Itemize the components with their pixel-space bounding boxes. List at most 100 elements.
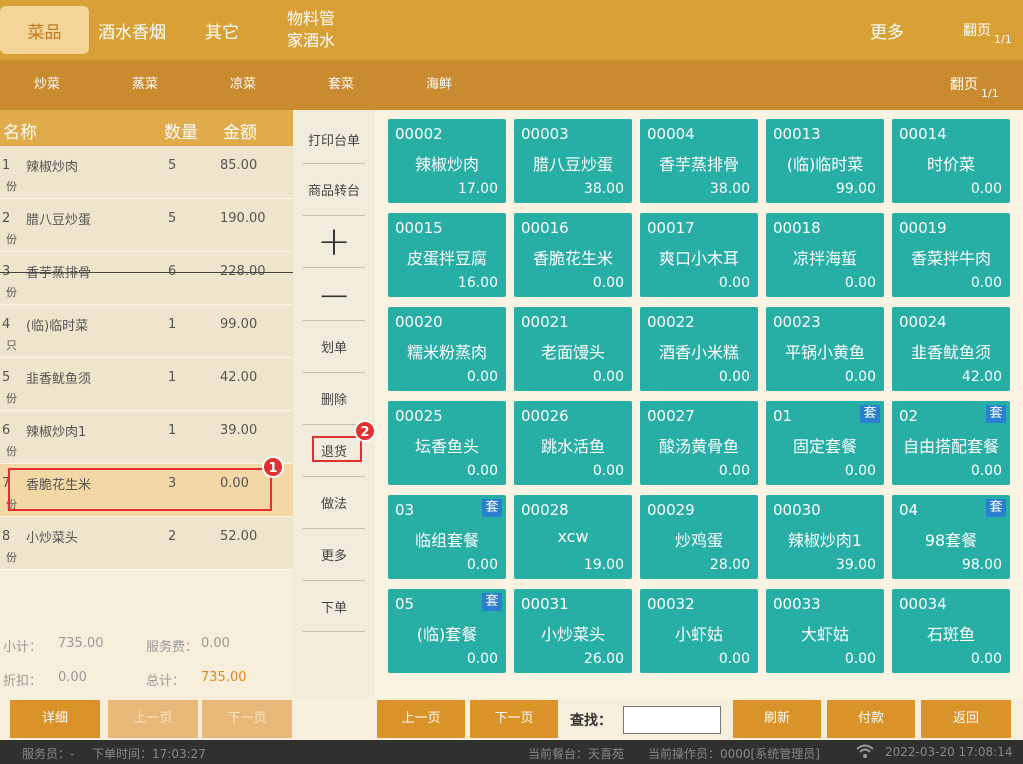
cooking-method-button[interactable]: 做法 <box>303 493 365 512</box>
dish-tile[interactable]: 00024 韭香鱿鱼须 42.00 <box>892 307 1010 391</box>
order-row-qty: 5 <box>168 211 177 226</box>
dish-price: 38.00 <box>709 181 750 197</box>
search-input[interactable] <box>623 706 721 734</box>
order-next-page-button[interactable]: 下一页 <box>202 700 292 738</box>
dish-tile[interactable]: 00015 皮蛋拌豆腐 16.00 <box>388 213 506 297</box>
refresh-button[interactable]: 刷新 <box>733 700 821 738</box>
dish-tile[interactable]: 00020 糯米粉蒸肉 0.00 <box>388 307 506 391</box>
set-meal-tag: 套 <box>860 405 880 423</box>
dish-tile[interactable]: 00033 大虾姑 0.00 <box>766 589 884 673</box>
order-row[interactable]: 6 份辣椒炒肉1 1 39.00 <box>0 411 293 464</box>
dish-tile[interactable]: 00030 辣椒炒肉1 39.00 <box>766 495 884 579</box>
sub-pager[interactable]: 翻页1/1 <box>950 74 999 100</box>
dish-tile[interactable]: 02 自由搭配套餐 0.00 套 <box>892 401 1010 485</box>
order-row[interactable]: 2 份腊八豆炒蛋 5 190.00 <box>0 199 293 252</box>
status-waiter: 服务员：- <box>22 747 75 761</box>
sub-category-steamed[interactable]: 蒸菜 <box>105 60 185 110</box>
order-prev-page-button[interactable]: 上一页 <box>108 700 198 738</box>
order-row[interactable]: 3份香芋蒸排骨6228.00 <box>0 252 293 305</box>
status-datetime: 2022-03-20 17:08:14 <box>885 745 1013 759</box>
dish-tile[interactable]: 00019 香菜拌牛肉 0.00 <box>892 213 1010 297</box>
back-button[interactable]: 返回 <box>921 700 1011 738</box>
dish-tile[interactable]: 00034 石斑鱼 0.00 <box>892 589 1010 673</box>
top-category-materials[interactable]: 物料管 家酒水 <box>287 6 357 54</box>
dish-price: 99.00 <box>835 181 876 197</box>
dish-tile[interactable]: 00025 坛香鱼头 0.00 <box>388 401 506 485</box>
dish-price: 0.00 <box>592 369 624 385</box>
return-goods-button[interactable]: 退货 <box>303 441 365 460</box>
dish-tile[interactable]: 00018 凉拌海蜇 0.00 <box>766 213 884 297</box>
order-row-amount: 42.00 <box>220 370 258 385</box>
dish-tile[interactable]: 00027 酸汤黄骨鱼 0.00 <box>640 401 758 485</box>
sub-category-stir-fry[interactable]: 炒菜 <box>7 60 87 110</box>
dish-tile[interactable]: 04 98套餐 98.00 套 <box>892 495 1010 579</box>
dish-tile[interactable]: 03 临组套餐 0.00 套 <box>388 495 506 579</box>
top-category-other[interactable]: 其它 <box>190 6 254 54</box>
dish-tile[interactable]: 00022 酒香小米糕 0.00 <box>640 307 758 391</box>
dish-prev-page-button[interactable]: 上一页 <box>377 700 465 738</box>
top-pager[interactable]: 翻页1/1 <box>963 20 1012 46</box>
order-row[interactable]: 8 份小炒菜头 2 52.00 <box>0 517 293 570</box>
dish-tile[interactable]: 00014 时价菜 0.00 <box>892 119 1010 203</box>
top-more-button[interactable]: 更多 <box>862 6 912 54</box>
top-category-drinks[interactable]: 酒水香烟 <box>92 6 172 54</box>
order-row[interactable]: 7 份香脆花生米 3 0.00 1 <box>0 456 293 517</box>
dish-name: 老面馒头 <box>540 343 605 362</box>
dish-code: 00025 <box>395 407 443 425</box>
dish-tile[interactable]: 00003 腊八豆炒蛋 38.00 <box>514 119 632 203</box>
print-order-button[interactable]: 打印台单 <box>303 130 365 149</box>
more-actions-button[interactable]: 更多 <box>303 545 365 564</box>
order-row-name: 韭香鱿鱼须 <box>26 372 92 387</box>
dish-tile[interactable]: 00016 香脆花生米 0.00 <box>514 213 632 297</box>
dish-tile[interactable]: 00002 辣椒炒肉 17.00 <box>388 119 506 203</box>
delete-button[interactable]: 删除 <box>303 389 365 408</box>
dish-tile[interactable]: 00032 小虾姑 0.00 <box>640 589 758 673</box>
dish-name: 大虾姑 <box>800 625 849 644</box>
dish-price: 0.00 <box>844 369 876 385</box>
dish-price: 19.00 <box>583 557 624 573</box>
transfer-table-button[interactable]: 商品转台 <box>303 180 365 199</box>
dish-tile[interactable]: 00004 香芋蒸排骨 38.00 <box>640 119 758 203</box>
dish-code: 00003 <box>521 125 569 143</box>
dish-tile[interactable]: 00026 跳水活鱼 0.00 <box>514 401 632 485</box>
top-category-bar: 菜品 酒水香烟 其它 物料管 家酒水 更多 翻页1/1 <box>0 0 1023 60</box>
mark-served-button[interactable]: 划单 <box>303 337 365 356</box>
dish-tile[interactable]: 00021 老面馒头 0.00 <box>514 307 632 391</box>
top-category-dishes[interactable]: 菜品 <box>0 6 89 54</box>
dish-tile[interactable]: 05 (临)套餐 0.00 套 <box>388 589 506 673</box>
dish-price: 0.00 <box>718 275 750 291</box>
sub-category-bar: 炒菜 蒸菜 凉菜 套菜 海鲜 翻页1/1 <box>0 60 1023 110</box>
order-row[interactable]: 5 份韭香鱿鱼须 1 42.00 <box>0 358 293 411</box>
status-order-time: 下单时间：17:03:27 <box>92 747 206 761</box>
dish-price: 26.00 <box>583 651 624 667</box>
dish-tile[interactable]: 00028 xcw 19.00 <box>514 495 632 579</box>
dish-tile[interactable]: 00023 平锅小黄鱼 0.00 <box>766 307 884 391</box>
dish-price: 0.00 <box>844 275 876 291</box>
total-value: 735.00 <box>201 670 247 685</box>
dish-tile[interactable]: 00029 炒鸡蛋 28.00 <box>640 495 758 579</box>
dish-next-page-button[interactable]: 下一页 <box>470 700 558 738</box>
sub-pager-fraction: 1/1 <box>981 87 999 100</box>
sub-category-set[interactable]: 套菜 <box>301 60 381 110</box>
place-order-button[interactable]: 下单 <box>303 597 365 616</box>
dish-name: 小虾姑 <box>674 625 723 644</box>
order-row-amount: 190.00 <box>220 211 266 226</box>
dish-tile[interactable]: 00013 (临)临时菜 99.00 <box>766 119 884 203</box>
dish-price: 42.00 <box>961 369 1002 385</box>
order-row[interactable]: 1 份辣椒炒肉 5 85.00 <box>0 146 293 199</box>
discount-label: 折扣： <box>3 674 43 689</box>
decrease-qty-button[interactable]: − <box>303 276 365 316</box>
order-row-index: 4 <box>2 317 11 332</box>
status-operator: 当前操作员：0000[系统管理员] <box>648 747 820 761</box>
dish-tile[interactable]: 01 固定套餐 0.00 套 <box>766 401 884 485</box>
sub-category-cold[interactable]: 凉菜 <box>203 60 283 110</box>
dish-code: 00020 <box>395 313 443 331</box>
increase-qty-button[interactable]: + <box>303 222 365 262</box>
pay-button[interactable]: 付款 <box>827 700 915 738</box>
sub-category-seafood[interactable]: 海鲜 <box>399 60 479 110</box>
dish-tile[interactable]: 00017 爽口小木耳 0.00 <box>640 213 758 297</box>
detail-button[interactable]: 详细 <box>10 700 100 738</box>
order-row[interactable]: 4 只 (临)临时菜 1 99.00 <box>0 305 293 358</box>
dish-tile[interactable]: 00031 小炒菜头 26.00 <box>514 589 632 673</box>
action-divider <box>303 528 365 529</box>
